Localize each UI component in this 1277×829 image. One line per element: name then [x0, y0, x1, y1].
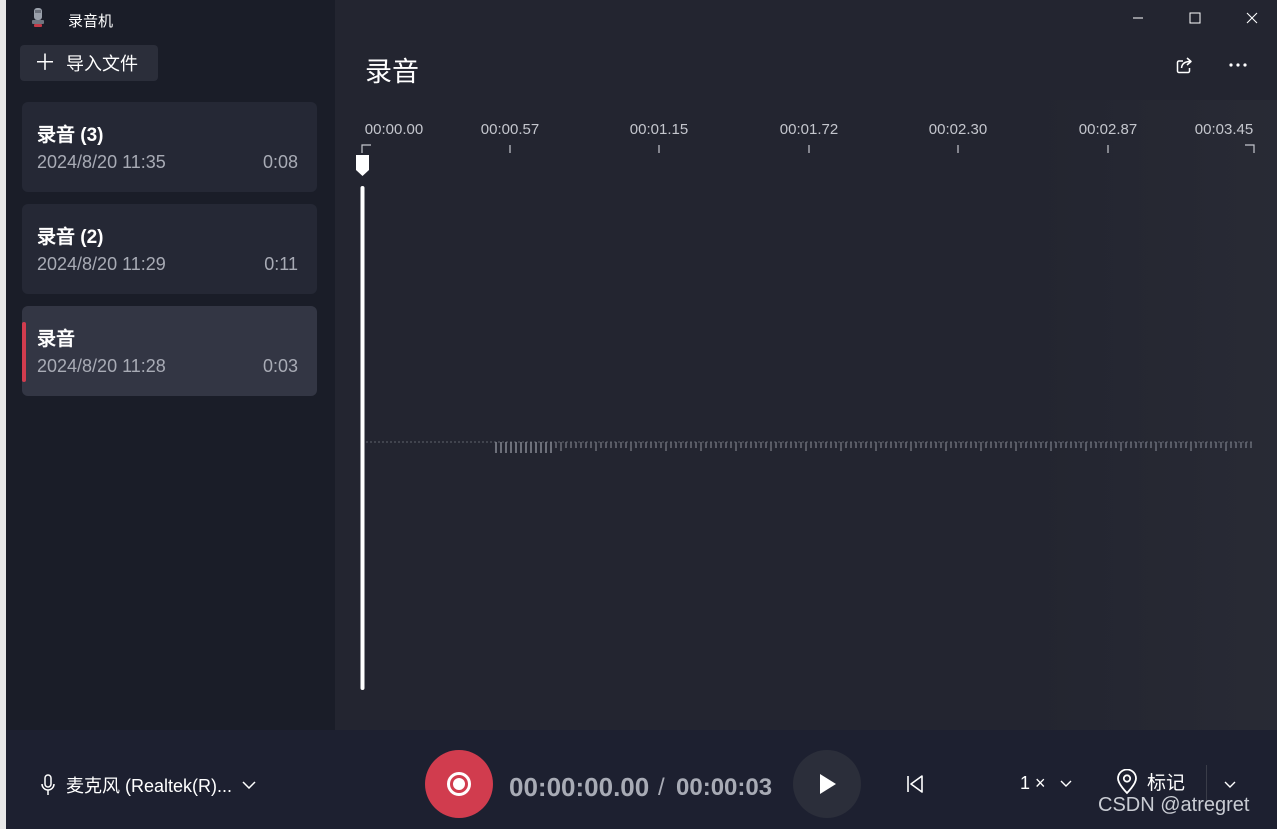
mark-label: 标记	[1147, 773, 1186, 794]
voice-recorder-window: 录音机 ＋ 导入文件 录音 (3) 2024/8/20 11:35 0:08 录…	[0, 0, 1277, 829]
timeline-tick	[1245, 144, 1255, 153]
play-button[interactable]	[793, 750, 861, 818]
playback-speed-selector[interactable]: 1 ×	[1020, 773, 1072, 794]
skip-back-icon	[907, 775, 923, 793]
total-time: 00:00:03	[676, 774, 773, 801]
speed-label: 1 ×	[1020, 773, 1046, 793]
playhead[interactable]	[356, 155, 369, 690]
waveform-area[interactable]	[0, 0, 1277, 730]
record-button[interactable]	[425, 750, 493, 818]
microphone-icon	[41, 774, 55, 795]
location-pin-icon	[1117, 768, 1137, 794]
record-icon	[447, 772, 471, 796]
chevron-down-icon	[1224, 781, 1236, 788]
current-time: 00:00:00.00	[509, 772, 650, 802]
microphone-selector[interactable]: 麦克风 (Realtek(R)...	[40, 772, 256, 798]
play-icon	[820, 774, 836, 794]
playhead-line	[360, 186, 365, 690]
microphone-label: 麦克风 (Realtek(R)...	[66, 776, 233, 796]
chevron-down-icon	[242, 781, 256, 789]
time-separator: /	[658, 774, 665, 801]
skip-back-button[interactable]	[900, 769, 930, 799]
playhead-handle	[356, 155, 369, 176]
chevron-down-icon	[1060, 780, 1072, 787]
waveform	[366, 441, 1254, 453]
watermark: CSDN @atregret	[1098, 794, 1250, 816]
timeline-ticks	[361, 144, 1255, 153]
marker-options-button[interactable]	[1218, 772, 1242, 796]
timeline-tick	[361, 144, 371, 153]
add-marker-button[interactable]: 标记	[1115, 768, 1185, 795]
